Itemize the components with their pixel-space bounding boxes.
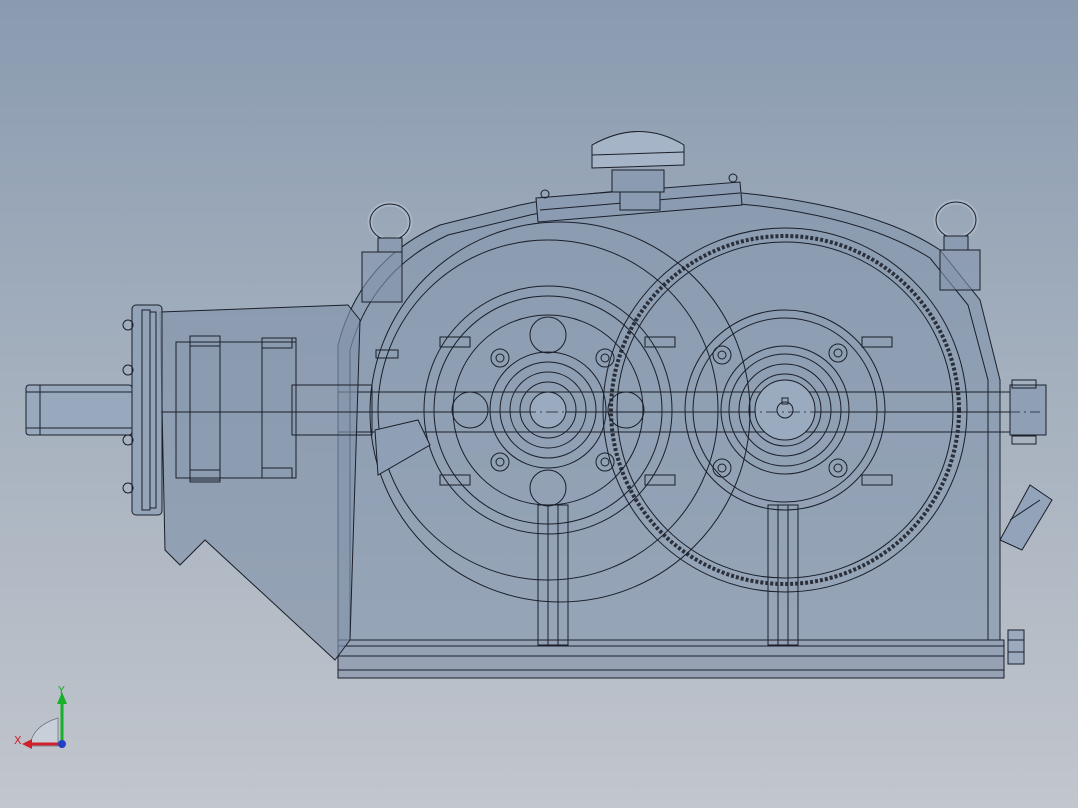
breather-cap[interactable] <box>591 131 685 169</box>
x-arrow-head <box>22 739 32 749</box>
orientation-triad[interactable]: Y X <box>10 684 80 756</box>
housing-base <box>337 639 1005 679</box>
lifting-eye-right[interactable] <box>933 199 981 291</box>
y-axis-label: Y <box>57 684 65 697</box>
x-axis-label: X <box>14 734 22 747</box>
triad-plane-icon <box>29 717 59 747</box>
housing-body <box>337 188 1040 646</box>
oil-level-gauge[interactable] <box>999 484 1053 551</box>
input-shaft[interactable] <box>25 384 133 436</box>
gearbox-model[interactable] <box>0 0 1078 808</box>
oil-drain-plug[interactable] <box>1007 629 1025 665</box>
cad-viewport[interactable]: Y X <box>0 0 1078 808</box>
z-axis-dot <box>58 740 66 748</box>
